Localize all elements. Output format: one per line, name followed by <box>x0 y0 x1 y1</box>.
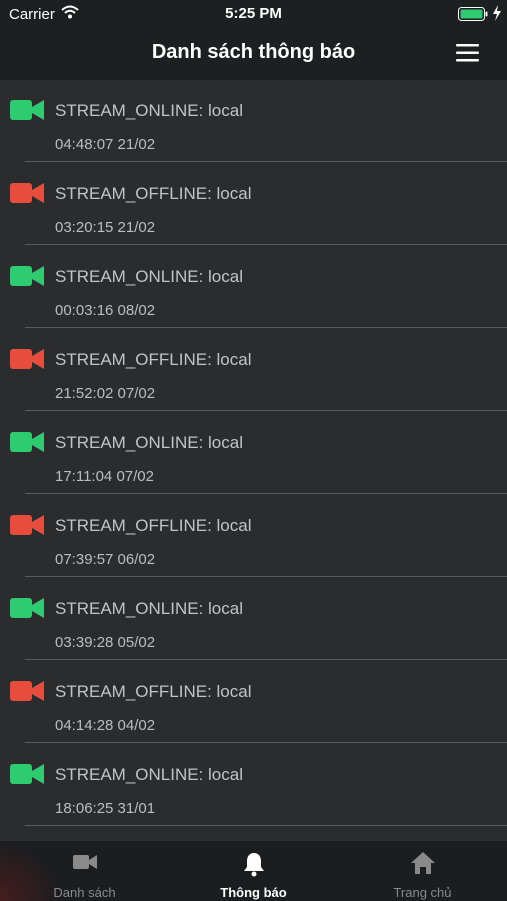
notification-time: 03:20:15 21/02 <box>55 219 156 236</box>
home-icon <box>410 851 436 880</box>
row-divider <box>25 410 507 411</box>
video-camera-icon <box>71 851 99 878</box>
video-camera-icon <box>10 430 44 459</box>
notification-time: 17:11:04 07/02 <box>55 468 154 485</box>
video-camera-icon <box>10 596 44 625</box>
row-divider <box>25 244 507 245</box>
row-divider <box>25 659 507 660</box>
tab-label: Thông báo <box>220 885 287 900</box>
status-time: 5:25 PM <box>225 5 282 22</box>
notification-title: STREAM_OFFLINE: local <box>55 682 252 701</box>
tab-bar: Danh sách Thông báo Trang chủ <box>0 840 507 901</box>
notification-item[interactable]: STREAM_OFFLINE: local 04:14:28 04/02 <box>0 661 507 744</box>
notification-time: 03:39:28 05/02 <box>55 634 156 651</box>
tab-trang-chu[interactable]: Trang chủ <box>338 841 507 901</box>
tab-label: Danh sách <box>53 885 116 900</box>
notification-item[interactable]: STREAM_ONLINE: local 04:48:07 21/02 <box>0 80 507 163</box>
menu-button[interactable] <box>452 40 484 66</box>
video-camera-icon <box>10 762 44 791</box>
notification-title: STREAM_ONLINE: local <box>55 765 243 784</box>
notification-title: STREAM_ONLINE: local <box>55 101 243 120</box>
tab-label: Trang chủ <box>393 885 452 900</box>
notification-item[interactable]: STREAM_ONLINE: local 03:39:28 05/02 <box>0 578 507 661</box>
video-camera-icon <box>10 264 44 293</box>
video-camera-icon <box>10 513 44 542</box>
battery-icon <box>458 7 488 26</box>
notification-title: STREAM_ONLINE: local <box>55 433 243 452</box>
notification-title: STREAM_OFFLINE: local <box>55 184 252 203</box>
notification-title: STREAM_OFFLINE: local <box>55 350 252 369</box>
notification-item[interactable]: STREAM_OFFLINE: local 21:52:02 07/02 <box>0 329 507 412</box>
notification-time: 00:03:16 08/02 <box>55 302 156 319</box>
status-bar: Carrier 5:25 PM <box>0 0 507 28</box>
video-camera-icon <box>10 98 44 127</box>
notification-item[interactable]: STREAM_ONLINE: local 18:06:25 31/01 <box>0 744 507 827</box>
notification-time: 07:39:57 06/02 <box>55 551 156 568</box>
notification-title: STREAM_OFFLINE: local <box>55 516 252 535</box>
video-camera-icon <box>10 181 44 210</box>
notification-time: 04:14:28 04/02 <box>55 717 156 734</box>
row-divider <box>25 825 507 826</box>
bell-icon <box>242 851 266 882</box>
row-divider <box>25 742 507 743</box>
notification-list[interactable]: STREAM_ONLINE: local 04:48:07 21/02 STREAM… <box>0 80 507 840</box>
row-divider <box>25 161 507 162</box>
nav-bar: Danh sách thông báo <box>0 28 507 80</box>
notification-title: STREAM_ONLINE: local <box>55 267 243 286</box>
tab-danh-sach[interactable]: Danh sách <box>0 841 169 901</box>
notification-title: STREAM_ONLINE: local <box>55 599 243 618</box>
page-title: Danh sách thông báo <box>151 41 356 63</box>
notification-time: 21:52:02 07/02 <box>55 385 156 402</box>
notification-item[interactable]: STREAM_OFFLINE: local 03:20:15 21/02 <box>0 163 507 246</box>
video-camera-icon <box>10 347 44 376</box>
video-camera-icon <box>10 679 44 708</box>
notification-time: 18:06:25 31/01 <box>55 800 156 817</box>
notification-item[interactable]: STREAM_ONLINE: local 17:11:04 07/02 <box>0 412 507 495</box>
tab-thong-bao[interactable]: Thông báo <box>169 841 338 901</box>
hamburger-menu-icon <box>456 44 479 62</box>
charging-icon <box>492 5 502 26</box>
row-divider <box>25 327 507 328</box>
notification-item[interactable]: STREAM_OFFLINE: local 07:39:57 06/02 <box>0 495 507 578</box>
notification-time: 04:48:07 21/02 <box>55 136 156 153</box>
row-divider <box>25 493 507 494</box>
row-divider <box>25 576 507 577</box>
notification-item[interactable]: STREAM_ONLINE: local 00:03:16 08/02 <box>0 246 507 329</box>
